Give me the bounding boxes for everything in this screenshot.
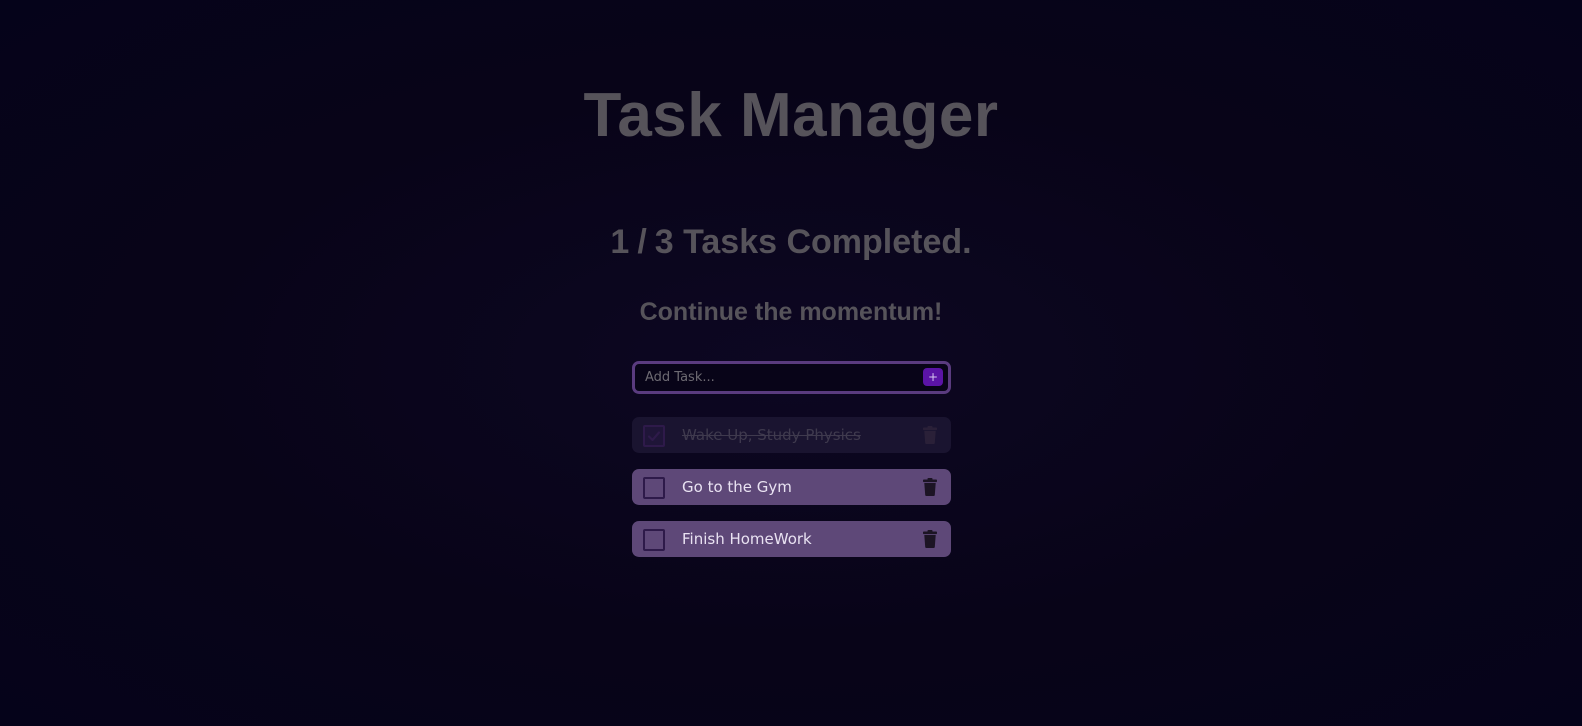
add-task-form: + bbox=[632, 361, 951, 394]
progress-suffix: Tasks Completed. bbox=[683, 223, 972, 261]
progress-separator: / bbox=[637, 223, 647, 261]
trash-icon[interactable] bbox=[923, 426, 937, 444]
task-label: Wake Up, Study Physics bbox=[682, 426, 861, 444]
checkmark-icon bbox=[647, 431, 661, 442]
task-checkbox[interactable] bbox=[643, 425, 665, 447]
motivation-message: Continue the momentum! bbox=[639, 298, 943, 326]
task-manager-app: Task Manager 1/3 Tasks Completed. Contin… bbox=[0, 0, 1582, 726]
task-item: Wake Up, Study Physics bbox=[632, 417, 951, 453]
task-item: Go to the Gym bbox=[632, 469, 951, 505]
progress-summary: 1/3 Tasks Completed. bbox=[0, 220, 1582, 264]
trash-icon[interactable] bbox=[923, 530, 937, 548]
task-checkbox[interactable] bbox=[643, 529, 665, 551]
task-label: Go to the Gym bbox=[682, 478, 792, 496]
page-title: Task Manager bbox=[583, 81, 999, 150]
trash-icon[interactable] bbox=[923, 478, 937, 496]
task-item: Finish HomeWork bbox=[632, 521, 951, 557]
task-list: Wake Up, Study Physics Go to the Gym Fin… bbox=[632, 417, 951, 573]
completed-count: 1 bbox=[610, 223, 630, 261]
task-label: Finish HomeWork bbox=[682, 530, 812, 548]
total-count: 3 bbox=[654, 223, 674, 261]
add-task-button[interactable]: + bbox=[923, 368, 943, 386]
add-task-input[interactable] bbox=[645, 367, 905, 388]
task-checkbox[interactable] bbox=[643, 477, 665, 499]
